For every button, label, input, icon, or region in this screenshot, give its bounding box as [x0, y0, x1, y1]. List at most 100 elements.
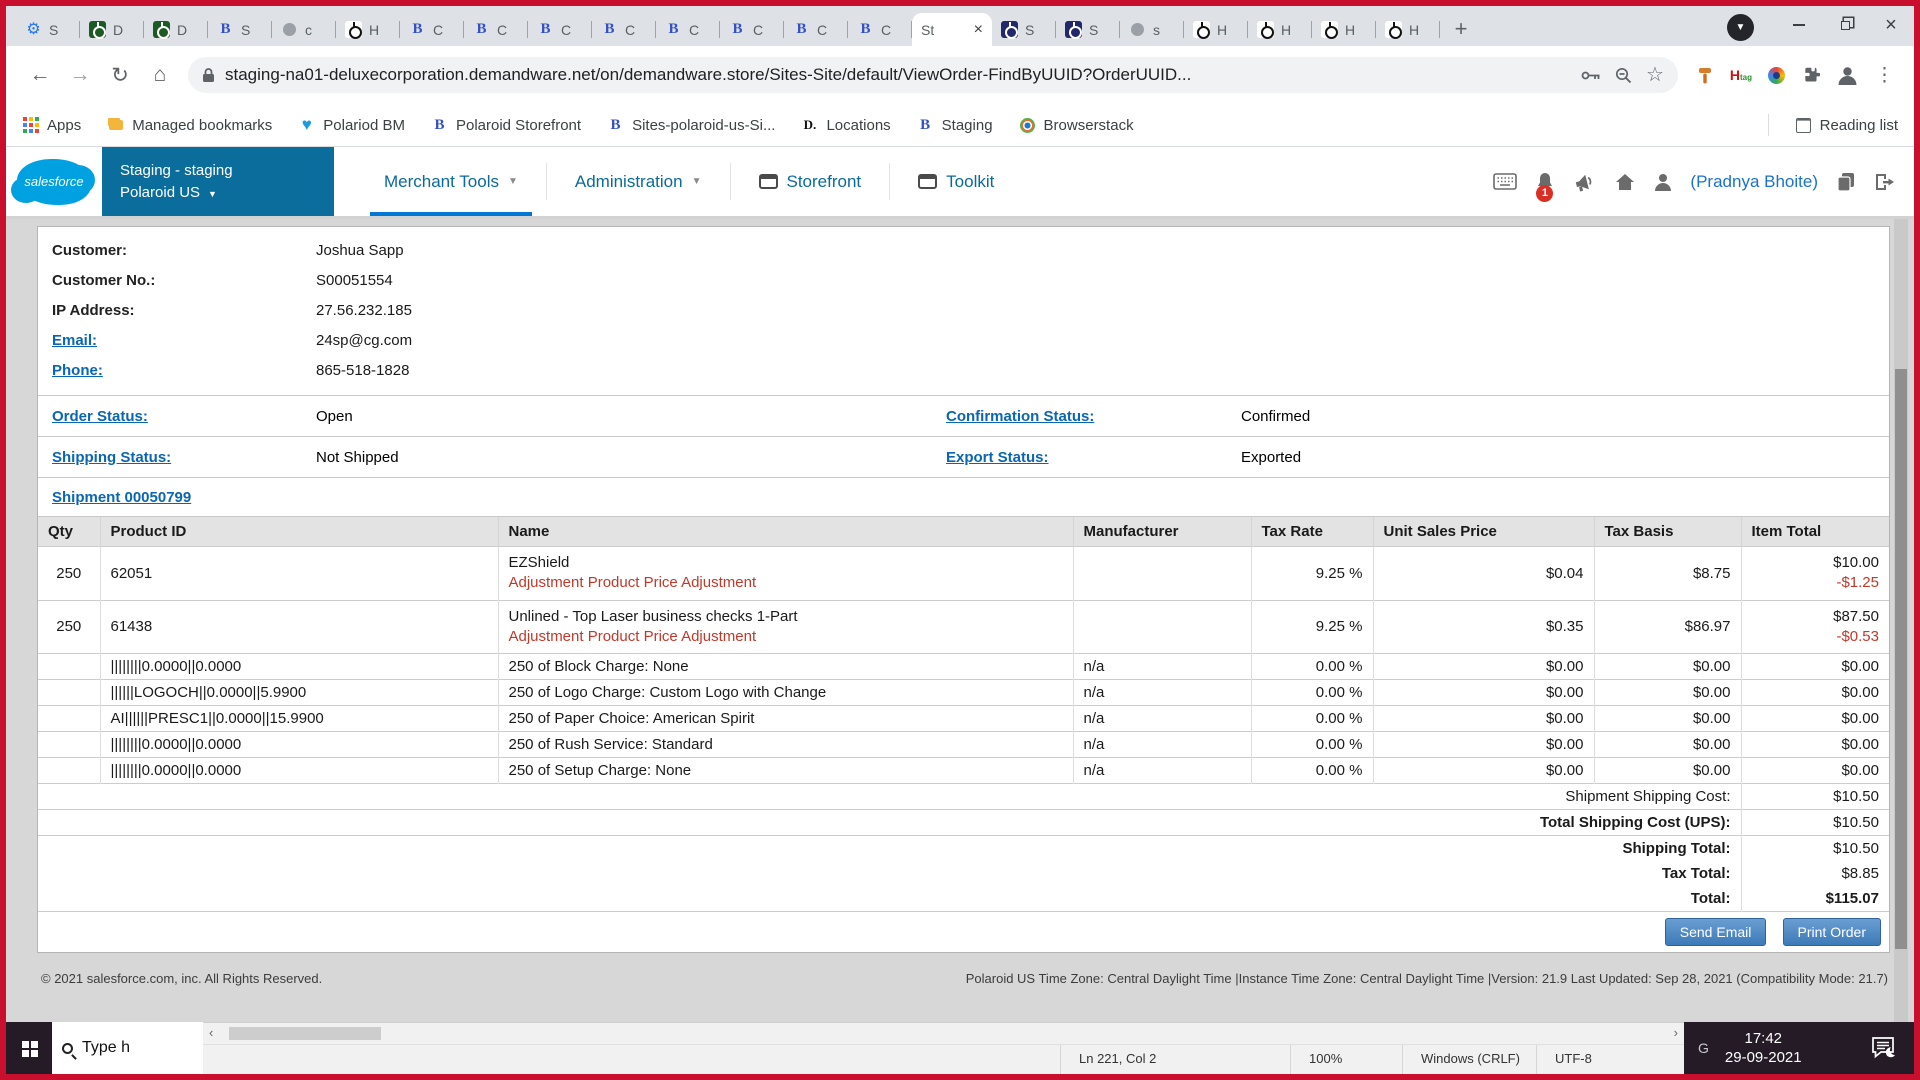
browser-tab[interactable]: C	[464, 13, 528, 46]
logout-icon[interactable]	[1873, 172, 1896, 192]
nav-storefront[interactable]: Storefront	[731, 147, 890, 216]
reading-list-button[interactable]: Reading list	[1795, 117, 1898, 134]
language-indicator[interactable]: G	[1698, 1040, 1709, 1056]
window-restore-button[interactable]	[1822, 6, 1868, 44]
cell-manufacturer: n/a	[1073, 680, 1251, 706]
browser-menu-icon[interactable]: ⋮	[1875, 64, 1894, 87]
gavel-extension-icon[interactable]	[1696, 66, 1714, 85]
window-close-button[interactable]: ×	[1868, 6, 1914, 44]
hscrollbar-thumb[interactable]	[229, 1027, 381, 1040]
new-tab-button[interactable]: +	[1446, 14, 1476, 44]
nav-label: Storefront	[787, 172, 862, 192]
confirmation-status-link[interactable]: Confirmation Status:	[946, 408, 1094, 425]
browser-tab[interactable]: c	[272, 13, 336, 46]
bookmark-apps[interactable]: Apps	[22, 117, 81, 134]
user-name[interactable]: (Pradnya Bhoite)	[1690, 172, 1818, 192]
nav-toolkit[interactable]: Toolkit	[890, 147, 1022, 216]
htag-extension-icon[interactable]: Htag	[1730, 68, 1752, 82]
email-link[interactable]: Email:	[52, 332, 97, 349]
bookmark-locations[interactable]: Locations	[801, 117, 890, 134]
tab-close-icon[interactable]: ×	[974, 22, 983, 38]
bookmark-managed[interactable]: Managed bookmarks	[107, 117, 272, 134]
taskbar-clock[interactable]: 17:42 29-09-2021	[1725, 1029, 1802, 1068]
browser-tab[interactable]: C	[720, 13, 784, 46]
zoom-out-icon[interactable]	[1615, 67, 1632, 84]
site-selector[interactable]: Staging - staging Polaroid US▼	[102, 147, 334, 216]
cell-unit-price: $0.00	[1373, 732, 1594, 758]
phone-link[interactable]: Phone:	[52, 362, 103, 379]
bookmark-star-icon[interactable]: ☆	[1646, 65, 1664, 85]
browser-tab[interactable]: C	[400, 13, 464, 46]
browser-tab-active[interactable]: St×	[912, 13, 992, 46]
browser-tab[interactable]: H	[1184, 13, 1248, 46]
bookmark-staging[interactable]: Staging	[917, 117, 993, 134]
tab-title: H	[1345, 22, 1355, 38]
address-bar[interactable]: staging-na01-deluxecorporation.demandwar…	[188, 57, 1678, 93]
extensions-puzzle-icon[interactable]	[1801, 66, 1820, 85]
export-status-link[interactable]: Export Status:	[946, 449, 1049, 466]
scroll-right-icon[interactable]: ›	[1674, 1025, 1678, 1040]
browser-tab[interactable]: C	[784, 13, 848, 46]
browser-tab[interactable]: C	[656, 13, 720, 46]
browser-tab[interactable]: s	[1120, 13, 1184, 46]
bookmark-polariod-bm[interactable]: Polariod BM	[298, 117, 405, 134]
item-total: $87.50	[1752, 607, 1880, 627]
forward-button[interactable]: →	[60, 55, 100, 95]
lens-extension-icon[interactable]	[1768, 67, 1785, 84]
scroll-left-icon[interactable]: ‹	[209, 1025, 213, 1040]
tab-favicon-icon	[1321, 21, 1338, 38]
extensions-row: Htag ⋮	[1696, 64, 1894, 87]
reload-button[interactable]: ↻	[100, 55, 140, 95]
nav-merchant-tools[interactable]: Merchant Tools▼	[356, 147, 546, 216]
browser-tab-bar: S D D S c H C C C C C C C C St× S S s H …	[6, 6, 1914, 46]
bookmark-browserstack[interactable]: Browserstack	[1019, 117, 1134, 134]
password-key-icon[interactable]	[1581, 70, 1601, 81]
browser-tab[interactable]: C	[592, 13, 656, 46]
bottom-strip: Type h ‹ › Ln 221, Col 2 100% Windows (C…	[6, 1022, 1914, 1074]
browser-tab[interactable]: C	[848, 13, 912, 46]
shipping-status-link[interactable]: Shipping Status:	[52, 449, 171, 466]
browser-tab[interactable]: S	[992, 13, 1056, 46]
col-item-total: Item Total	[1741, 517, 1889, 547]
browser-tab[interactable]: H	[1248, 13, 1312, 46]
bookmark-storefront[interactable]: Polaroid Storefront	[431, 117, 581, 134]
user-icon[interactable]	[1653, 172, 1673, 192]
screen: S D D S c H C C C C C C C C St× S S s H …	[0, 0, 1920, 1080]
order-status-value: Open	[316, 408, 946, 425]
browser-tab[interactable]: H	[336, 13, 400, 46]
order-status-link[interactable]: Order Status:	[52, 408, 148, 425]
scrollbar-thumb[interactable]	[1895, 369, 1907, 949]
cell-tax-rate: 9.25 %	[1251, 600, 1373, 654]
tab-favicon-icon	[793, 21, 810, 38]
shipment-shipping-cost-row: Shipment Shipping Cost: $10.50	[38, 784, 1889, 810]
bookmark-sites[interactable]: Sites-polaroid-us-Si...	[607, 117, 775, 134]
browser-tab[interactable]: D	[144, 13, 208, 46]
vertical-scrollbar[interactable]	[1894, 219, 1908, 1022]
print-order-button[interactable]: Print Order	[1783, 918, 1881, 946]
announcements-megaphone-icon[interactable]	[1573, 171, 1597, 193]
action-center-icon[interactable]	[1871, 1036, 1898, 1060]
home-icon[interactable]	[1614, 172, 1636, 192]
taskbar-search[interactable]: Type h	[52, 1022, 203, 1074]
browser-tab[interactable]: H	[1312, 13, 1376, 46]
table-row: 250 62051 EZShieldAdjustment Product Pri…	[38, 547, 1889, 601]
browser-tab[interactable]: H	[1376, 13, 1440, 46]
browser-tab[interactable]: C	[528, 13, 592, 46]
browser-tab[interactable]: S	[1056, 13, 1120, 46]
documentation-book-icon[interactable]	[1835, 171, 1856, 192]
horizontal-scrollbar[interactable]: ‹ ›	[203, 1023, 1684, 1045]
back-button[interactable]: ←	[20, 55, 60, 95]
profile-avatar[interactable]	[1836, 64, 1859, 87]
home-button[interactable]: ⌂	[140, 55, 180, 95]
nav-administration[interactable]: Administration▼	[547, 147, 730, 216]
browser-tab[interactable]: S	[208, 13, 272, 46]
notifications-bell-icon[interactable]: 1	[1534, 171, 1556, 193]
window-minimize-button[interactable]	[1776, 6, 1822, 44]
shipment-link[interactable]: Shipment 00050799	[52, 489, 191, 506]
keyboard-shortcuts-icon[interactable]	[1493, 173, 1517, 190]
tab-search-button[interactable]: ▼	[1727, 14, 1754, 41]
browser-tab[interactable]: D	[80, 13, 144, 46]
start-button[interactable]	[6, 1022, 52, 1074]
browser-tab[interactable]: S	[16, 13, 80, 46]
send-email-button[interactable]: Send Email	[1665, 918, 1767, 946]
